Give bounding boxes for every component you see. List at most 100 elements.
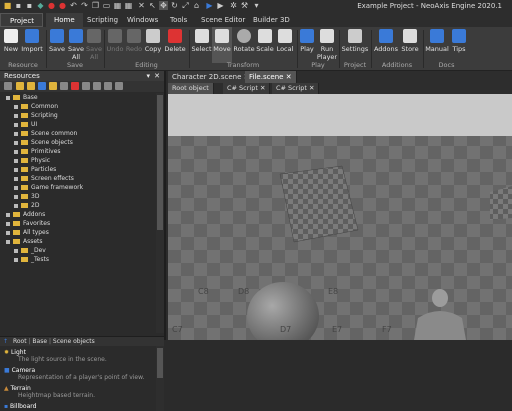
scene-viewport[interactable]: C8 D8 E8 C7 D7 E7 F7 [168,94,512,340]
tips-button[interactable]: Tips [450,27,468,63]
tree-item-base[interactable]: Base [6,93,38,102]
tree-item-common[interactable]: Common [14,102,58,111]
expander-icon[interactable] [14,167,18,172]
tree-item-2d[interactable]: 2D [14,201,39,210]
snap-icon[interactable]: ▦ [113,1,122,10]
wrench-icon[interactable] [4,82,12,90]
expander-icon[interactable] [6,95,10,100]
tools-icon[interactable]: ⚒ [240,1,249,10]
rename-icon[interactable] [82,82,90,90]
tree-item-scene-objects[interactable]: Scene objects [14,138,73,147]
tab-csharp-script-1[interactable]: C# Script ✕ [223,83,271,94]
expander-icon[interactable] [14,122,18,127]
expander-icon[interactable] [14,194,18,199]
move-icon[interactable]: ✥ [159,1,168,10]
scrollbar-thumb[interactable] [157,95,163,230]
scrollbar-thumb[interactable] [157,348,163,378]
local-button[interactable]: Local [275,27,295,63]
tree-item-game-framework[interactable]: Game framework [14,183,83,192]
local-icon[interactable]: ⌂ [192,1,201,10]
tree-scrollbar[interactable] [156,93,164,333]
breadcrumb-base[interactable]: Base [32,338,47,345]
tree-item-scripting[interactable]: Scripting [14,111,58,120]
select-button[interactable]: Select [191,27,212,63]
cherry-icon-2[interactable]: ● [58,1,67,10]
tree-item-screen-effects[interactable]: Screen effects [14,174,74,183]
close-icon[interactable]: ✕ [286,73,292,81]
redo-icon[interactable]: ↷ [80,1,89,10]
expander-icon[interactable] [14,257,18,262]
tree-item-addons[interactable]: Addons [6,210,45,219]
import-button[interactable]: Import [20,27,44,63]
project-tab[interactable]: Project [0,13,43,27]
tree-item-primitives[interactable]: Primitives [14,147,61,156]
dropdown-icon[interactable]: ▾ [252,1,261,10]
rotate-button[interactable]: Rotate [233,27,255,63]
delete-resource-icon[interactable] [71,82,79,90]
expander-icon[interactable] [14,149,18,154]
tree-item-scene-common[interactable]: Scene common [14,129,77,138]
tree-item-3d[interactable]: 3D [14,192,39,201]
scale-button[interactable]: Scale [255,27,275,63]
delete-button[interactable]: Delete [163,27,187,63]
tree-item-physic[interactable]: Physic [14,156,50,165]
object-list-scrollbar[interactable] [156,346,164,411]
manual-button[interactable]: Manual [425,27,449,63]
breadcrumb-root[interactable]: Root [10,338,27,345]
up-arrow-icon[interactable]: ↑ [0,338,8,345]
expander-icon[interactable] [14,185,18,190]
move-button[interactable]: Move [212,27,232,63]
expander-icon[interactable] [14,248,18,253]
tree-item-all-types[interactable]: All types [6,228,49,237]
undo-icon[interactable]: ↶ [69,1,78,10]
open-folder-icon[interactable] [49,82,57,90]
tool-icon[interactable]: ◆ [36,1,45,10]
paste-icon[interactable]: ▭ [102,1,111,10]
save-all-button[interactable]: Save All [66,27,86,63]
cherry-icon[interactable]: ● [47,1,56,10]
checker-box-right[interactable] [490,186,512,220]
paste-resource-icon[interactable] [104,82,112,90]
expander-icon[interactable] [14,158,18,163]
close-icon[interactable]: ✕ [154,71,160,81]
play-button[interactable]: Play [299,27,315,63]
close-icon[interactable]: ✕ [309,84,314,92]
store-button[interactable]: Store [399,27,421,63]
cut-icon[interactable] [60,82,68,90]
addons-button[interactable]: Addons [373,27,399,63]
save-all-icon[interactable]: ▪ [25,1,34,10]
breadcrumb-scene-objects[interactable]: Scene objects [53,338,95,345]
tab-root-object[interactable]: Root object [168,83,214,94]
settings-icon[interactable]: ✲ [229,1,238,10]
expander-icon[interactable] [6,230,10,235]
list-item-terrain[interactable]: ▲ Terrain Heightmap based terrain. [4,385,95,399]
rotate-icon[interactable]: ↻ [170,1,179,10]
select-icon[interactable]: ↖ [148,1,157,10]
tab-builder-3d[interactable]: Builder 3D [245,13,298,27]
redo-button[interactable]: Redo [125,27,143,63]
scale-icon[interactable]: ⤢ [181,1,190,10]
delete-icon[interactable]: ✕ [137,1,146,10]
undo-button[interactable]: Undo [106,27,124,63]
new-file-icon[interactable] [38,82,46,90]
character-head[interactable] [432,289,448,307]
tab-file-scene[interactable]: File.scene ✕ [245,71,297,83]
expander-icon[interactable] [14,176,18,181]
copy-icon[interactable]: ❐ [91,1,100,10]
new-folder-icon-2[interactable] [27,82,35,90]
save-icon[interactable]: ▪ [14,1,23,10]
copy-button[interactable]: Copy [144,27,162,63]
options-icon[interactable] [115,82,123,90]
save-all-disabled-button[interactable]: Save All [86,27,102,63]
tree-item-favorites[interactable]: Favorites [6,219,50,228]
list-item-billboard[interactable]: ▪ Billboard [4,403,36,410]
tree-item-dev[interactable]: _Dev [14,246,46,255]
expander-icon[interactable] [6,221,10,226]
folder-icon[interactable]: ■ [3,1,12,10]
tab-home[interactable]: Home [46,13,83,27]
save-button[interactable]: Save [48,27,66,63]
close-icon[interactable]: ✕ [260,84,265,92]
list-item-light[interactable]: ✹ Light The light source in the scene. [4,349,107,363]
tab-csharp-script-2[interactable]: C# Script ✕ [272,83,320,94]
run-icon[interactable]: ▶ [216,1,225,10]
